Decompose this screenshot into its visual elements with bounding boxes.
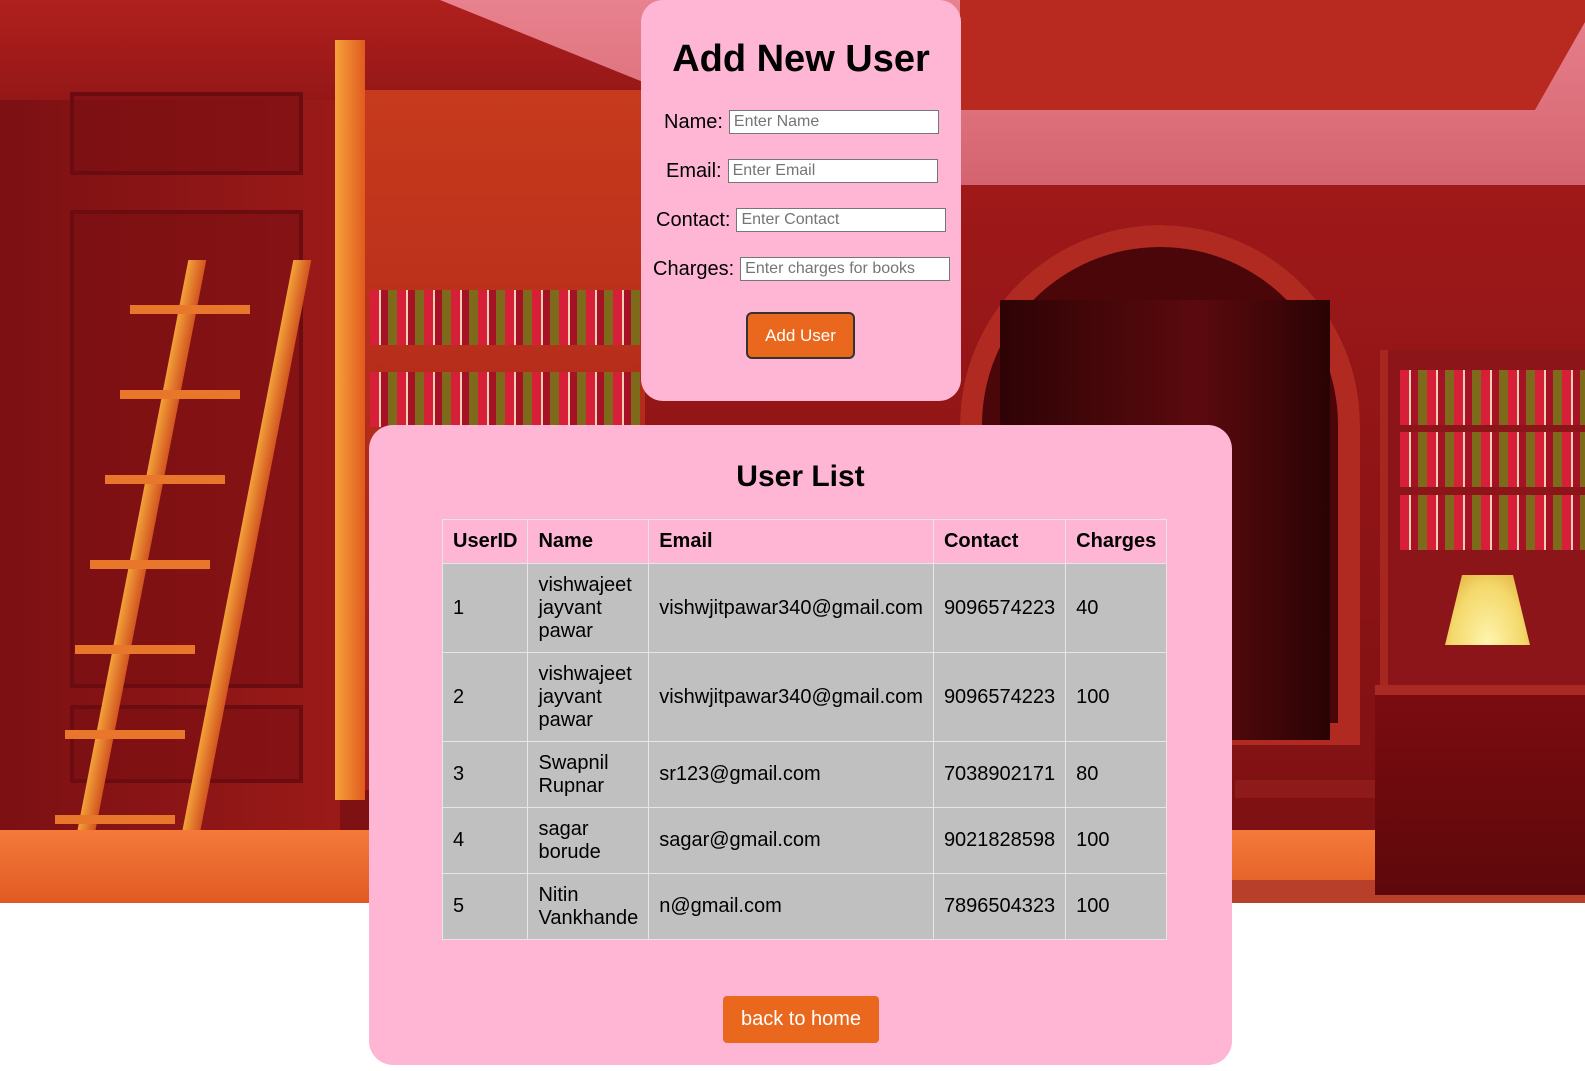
add-user-title: Add New User xyxy=(672,38,930,80)
cell-charges: 100 xyxy=(1065,652,1168,742)
charges-field-row: Charges: xyxy=(653,257,951,281)
cell-userid: 2 xyxy=(441,652,529,742)
cell-userid: 4 xyxy=(441,807,529,874)
user-table: UserID Name Email Contact Charges 1 vish… xyxy=(441,519,1168,940)
cell-contact: 7038902171 xyxy=(932,741,1067,808)
charges-label: Charges: xyxy=(653,257,735,280)
name-label: Name: xyxy=(664,110,723,133)
column-header-contact: Contact xyxy=(932,519,1067,564)
cell-charges: 100 xyxy=(1065,873,1168,940)
cell-email: vishwjitpawar340@gmail.com xyxy=(648,652,934,742)
cell-name: Swapnil Rupnar xyxy=(527,741,650,808)
charges-input[interactable] xyxy=(740,257,951,281)
table-row: 3 Swapnil Rupnar sr123@gmail.com 7038902… xyxy=(441,741,1168,808)
cell-contact: 9096574223 xyxy=(932,563,1067,653)
column-header-userid: UserID xyxy=(441,519,529,564)
user-list-card: User List UserID Name Email Contact Char… xyxy=(369,425,1232,1065)
column-header-name: Name xyxy=(527,519,650,564)
cell-userid: 3 xyxy=(441,741,529,808)
email-field-row: Email: xyxy=(666,159,938,183)
cell-contact: 9021828598 xyxy=(932,807,1067,874)
cell-name: Nitin Vankhande xyxy=(527,873,650,940)
name-input[interactable] xyxy=(728,110,939,134)
cell-charges: 80 xyxy=(1065,741,1168,808)
cell-email: vishwjitpawar340@gmail.com xyxy=(648,563,934,653)
table-row: 2 vishwajeet jayvant pawar vishwjitpawar… xyxy=(441,652,1168,742)
contact-label: Contact: xyxy=(656,208,731,231)
cell-charges: 100 xyxy=(1065,807,1168,874)
column-header-charges: Charges xyxy=(1065,519,1168,564)
cell-userid: 5 xyxy=(441,873,529,940)
column-header-email: Email xyxy=(648,519,934,564)
cell-userid: 1 xyxy=(441,563,529,653)
table-header-row: UserID Name Email Contact Charges xyxy=(441,519,1168,564)
cell-charges: 40 xyxy=(1065,563,1168,653)
table-row: 1 vishwajeet jayvant pawar vishwjitpawar… xyxy=(441,563,1168,653)
cell-name: vishwajeet jayvant pawar xyxy=(527,652,650,742)
add-user-card: Add New User Name: Email: Contact: Charg… xyxy=(641,0,961,401)
cell-contact: 7896504323 xyxy=(932,873,1067,940)
user-list-title: User List xyxy=(736,460,865,493)
cell-name: vishwajeet jayvant pawar xyxy=(527,563,650,653)
email-input[interactable] xyxy=(727,159,938,183)
cell-contact: 9096574223 xyxy=(932,652,1067,742)
table-row: 4 sagar borude sagar@gmail.com 902182859… xyxy=(441,807,1168,874)
cell-email: sr123@gmail.com xyxy=(648,741,934,808)
table-row: 5 Nitin Vankhande n@gmail.com 7896504323… xyxy=(441,873,1168,940)
contact-input[interactable] xyxy=(736,208,947,232)
email-label: Email: xyxy=(666,159,722,182)
back-to-home-button[interactable]: back to home xyxy=(723,996,879,1043)
name-field-row: Name: xyxy=(664,110,939,134)
cell-email: sagar@gmail.com xyxy=(648,807,934,874)
contact-field-row: Contact: xyxy=(656,208,947,232)
cell-name: sagar borude xyxy=(527,807,650,874)
cell-email: n@gmail.com xyxy=(648,873,934,940)
add-user-button[interactable]: Add User xyxy=(746,312,855,359)
